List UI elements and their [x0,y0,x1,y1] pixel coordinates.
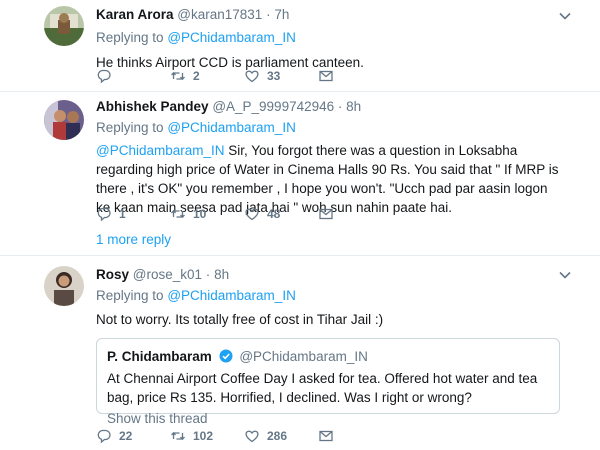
like-button[interactable]: 33 [244,68,318,84]
dm-button[interactable] [318,428,392,444]
dm-icon [319,430,333,442]
dm-icon [319,208,333,220]
tweet-actions: 2 33 [96,66,392,86]
like-button[interactable]: 286 [244,428,318,444]
tweet-rosy[interactable]: Rosy @rose_k01 · 8h Replying to @PChidam… [0,256,600,450]
replying-label: Replying to [96,120,164,135]
quoted-user-name: P. Chidambaram [107,349,212,364]
dm-button[interactable] [318,206,392,222]
user-handle[interactable]: @karan17831 [177,7,262,22]
reply-count: 22 [119,429,133,443]
like-icon [245,208,259,221]
replying-to: Replying to @PChidambaram_IN [96,119,560,137]
like-count: 48 [267,207,281,221]
separator-dot: · [205,267,211,282]
replying-to: Replying to @PChidambaram_IN [96,287,560,305]
reply-count: 1 [119,207,126,221]
tweet-abhishek-pandey[interactable]: Abhishek Pandey @A_P_9999742946 · 8h Rep… [0,92,600,256]
reply-icon [97,207,111,222]
reply-button[interactable]: 1 [96,206,170,222]
user-name[interactable]: Rosy [96,267,129,282]
tweet-header: Rosy @rose_k01 · 8h [96,266,560,284]
dm-icon [319,70,333,82]
tweet-text: Not to worry. Its totally free of cost i… [96,312,384,327]
retweet-count: 2 [193,69,200,83]
separator-dot: · [266,7,271,22]
replying-label: Replying to [96,288,164,303]
quoted-tweet-text: At Chennai Airport Coffee Day I asked fo… [107,371,538,405]
tweet-actions: 22 102 286 [96,426,392,446]
tweet-karan-arora[interactable]: Karan Arora @karan17831 · 7h Replying to… [0,0,600,92]
retweet-icon [171,431,185,441]
replying-to-link[interactable]: @PChidambaram_IN [167,120,296,135]
reply-button[interactable] [96,68,170,84]
chevron-down-icon[interactable] [558,9,572,23]
retweet-count: 102 [193,429,214,443]
retweet-button[interactable]: 2 [170,68,244,84]
like-count: 286 [267,429,288,443]
dm-button[interactable] [318,68,392,84]
user-handle[interactable]: @rose_k01 [133,267,202,282]
more-replies-link[interactable]: 1 more reply [96,232,171,247]
like-count: 33 [267,69,281,83]
show-thread-link[interactable]: Show this thread [107,411,549,426]
replying-to-link[interactable]: @PChidambaram_IN [167,30,296,45]
reply-button[interactable]: 22 [96,428,170,444]
user-handle[interactable]: @A_P_9999742946 [212,99,334,114]
separator-dot: · [337,99,343,114]
timestamp[interactable]: 8h [346,99,361,114]
tweet-actions: 1 10 48 [96,204,392,224]
retweet-button[interactable]: 102 [170,428,244,444]
replying-to-link[interactable]: @PChidambaram_IN [167,288,296,303]
like-icon [245,430,259,443]
like-button[interactable]: 48 [244,206,318,222]
user-name[interactable]: Abhishek Pandey [96,99,209,114]
avatar[interactable] [44,100,84,140]
timestamp[interactable]: 8h [214,267,229,282]
retweet-icon [171,71,185,81]
quoted-tweet-header: P. Chidambaram @PChidambaram_IN [107,348,549,366]
chevron-down-icon[interactable] [558,268,572,282]
retweet-button[interactable]: 10 [170,206,244,222]
mention-link[interactable]: @PChidambaram_IN [96,143,225,158]
reply-icon [97,429,111,444]
quoted-user-handle: @PChidambaram_IN [239,349,368,364]
replying-label: Replying to [96,30,164,45]
replying-to: Replying to @PChidambaram_IN [96,29,560,47]
verified-icon [219,349,233,363]
user-name[interactable]: Karan Arora [96,7,174,22]
avatar[interactable] [44,6,84,46]
retweet-icon [171,209,185,219]
timestamp[interactable]: 7h [274,7,289,22]
reply-icon [97,69,111,84]
avatar[interactable] [44,266,84,306]
tweet-header: Karan Arora @karan17831 · 7h [96,6,560,24]
like-icon [245,70,259,83]
tweet-header: Abhishek Pandey @A_P_9999742946 · 8h [96,98,560,116]
quoted-tweet[interactable]: P. Chidambaram @PChidambaram_IN At Chenn… [96,338,560,426]
retweet-count: 10 [193,207,207,221]
